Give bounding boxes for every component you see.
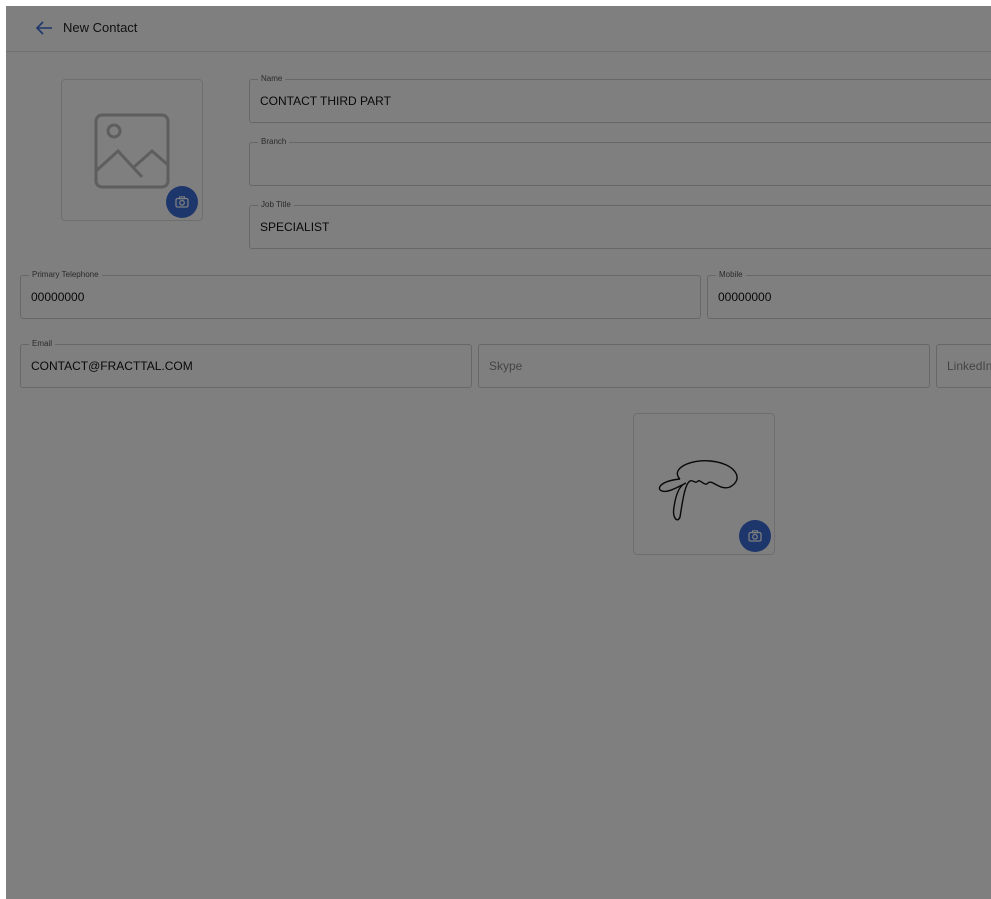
name-value: CONTACT THIRD PART bbox=[260, 94, 391, 108]
email-label: Email bbox=[29, 339, 56, 349]
primary-telephone-value: 00000000 bbox=[31, 290, 85, 304]
name-label: Name bbox=[258, 74, 286, 84]
skype-placeholder: Skype bbox=[489, 359, 523, 373]
email-field[interactable]: Email CONTACT@FRACTTAL.COM bbox=[20, 339, 472, 388]
primary-telephone-label: Primary Telephone bbox=[29, 270, 102, 280]
signature-image bbox=[658, 460, 738, 521]
job-title-label: Job Title bbox=[258, 200, 294, 210]
job-title-value: SPECIALIST bbox=[260, 220, 330, 234]
branch-label: Branch bbox=[258, 137, 290, 147]
page-header: New Contact bbox=[6, 6, 991, 52]
arrow-left-icon[interactable] bbox=[35, 20, 53, 36]
new-contact-form-page: New Contact Name CONTACT THIRD PART Bran… bbox=[6, 6, 991, 899]
branch-field[interactable]: Branch bbox=[249, 137, 991, 186]
camera-icon bbox=[175, 196, 189, 208]
skype-field[interactable]: Skype bbox=[478, 344, 930, 388]
email-value: CONTACT@FRACTTAL.COM bbox=[31, 359, 193, 373]
upload-signature-button[interactable] bbox=[739, 520, 771, 552]
linkedin-field[interactable]: LinkedIn bbox=[936, 344, 991, 388]
contact-photo[interactable] bbox=[61, 79, 203, 221]
upload-photo-button[interactable] bbox=[166, 186, 198, 218]
name-field[interactable]: Name CONTACT THIRD PART bbox=[249, 74, 991, 123]
image-icon bbox=[94, 113, 170, 189]
signature-box[interactable] bbox=[633, 413, 775, 555]
mobile-value: 00000000 bbox=[718, 290, 772, 304]
primary-telephone-field[interactable]: Primary Telephone 00000000 bbox=[20, 270, 701, 319]
camera-icon bbox=[748, 530, 762, 542]
page-title: New Contact bbox=[63, 20, 138, 35]
linkedin-placeholder: LinkedIn bbox=[947, 359, 991, 373]
job-title-field[interactable]: Job Title SPECIALIST bbox=[249, 200, 991, 249]
mobile-field[interactable]: Mobile 00000000 bbox=[707, 270, 991, 319]
mobile-label: Mobile bbox=[716, 270, 746, 280]
